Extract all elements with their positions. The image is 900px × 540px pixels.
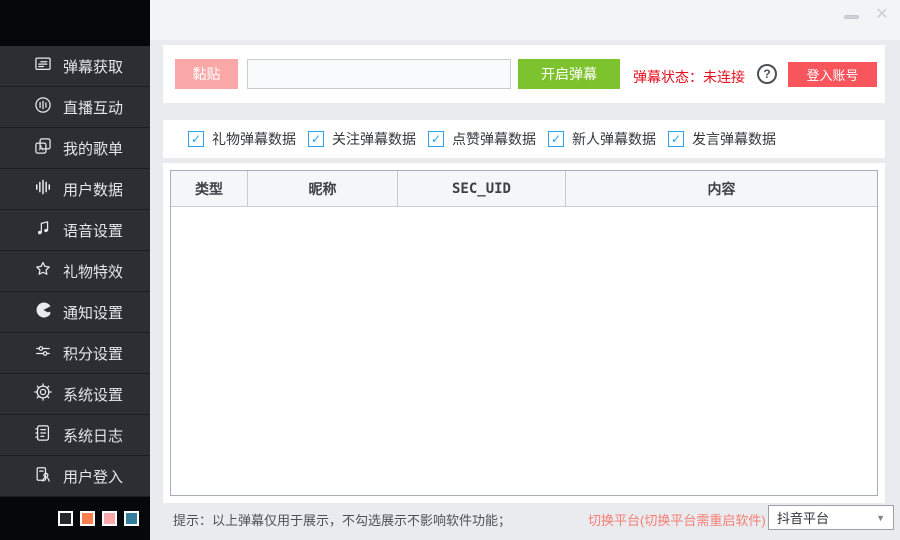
points-settings-icon [33,341,53,365]
danmaku-table-panel: 类型 昵称 SEC_UID 内容 [163,163,885,503]
user-data-icon [33,177,53,201]
checkbox-checked-icon[interactable]: ✓ [668,131,684,147]
sidebar-item-label: 我的歌单 [63,138,123,159]
filter-follow-danmaku[interactable]: ✓ 关注弹幕数据 [308,129,428,149]
user-login-icon [33,464,53,488]
room-url-input[interactable] [247,59,511,89]
platform-select-value: 抖音平台 [777,508,829,527]
sidebar-item-label: 用户登入 [63,466,123,487]
chevron-down-icon: ▼ [876,513,885,523]
table-body-empty[interactable] [171,207,877,495]
theme-swatch-pink[interactable] [102,511,117,526]
sidebar-item-voice-settings[interactable]: 语音设置 [0,210,150,251]
sidebar-item-label: 积分设置 [63,343,123,364]
filter-like-danmaku[interactable]: ✓ 点赞弹幕数据 [428,129,548,149]
sidebar-item-label: 礼物特效 [63,261,123,282]
danmaku-list-icon [33,54,53,78]
sidebar-item-my-playlist[interactable]: A 我的歌单 [0,128,150,169]
sidebar-item-danmaku-fetch[interactable]: 弹幕获取 [0,46,150,87]
theme-swatch-teal[interactable] [124,511,139,526]
danmaku-status-text: 弹幕状态：未连接 [633,67,745,87]
close-button[interactable]: ✕ [872,4,892,26]
column-header-secuid: SEC_UID [398,171,566,206]
danmaku-control-panel: 黏贴 开启弹幕 弹幕状态：未连接 ? 登入账号 [163,45,885,103]
sidebar-menu: 弹幕获取 直播互动 A 我的歌单 用户数据 语音设置 礼物特效 通知设置 [0,46,150,497]
filter-newcomer-danmaku[interactable]: ✓ 新人弹幕数据 [548,129,668,149]
sidebar-item-user-data[interactable]: 用户数据 [0,169,150,210]
theme-swatch-dark[interactable] [58,511,73,526]
sidebar-item-user-login[interactable]: 用户登入 [0,456,150,497]
system-log-icon [33,423,53,447]
checkbox-checked-icon[interactable]: ✓ [548,131,564,147]
titlebar: ✕ [150,0,900,40]
voice-settings-icon [33,218,53,242]
sidebar-item-label: 用户数据 [63,179,123,200]
theme-swatch-orange[interactable] [80,511,95,526]
filter-label: 发言弹幕数据 [692,129,776,149]
filter-label: 关注弹幕数据 [332,129,416,149]
gift-effect-icon [33,259,53,283]
filter-gift-danmaku[interactable]: ✓ 礼物弹幕数据 [188,129,308,149]
sidebar-item-label: 弹幕获取 [63,56,123,77]
login-account-button[interactable]: 登入账号 [788,62,877,87]
paste-button[interactable]: 黏贴 [175,59,238,89]
danmaku-table: 类型 昵称 SEC_UID 内容 [170,170,878,496]
column-header-nickname: 昵称 [248,171,398,206]
column-header-content: 内容 [566,171,877,206]
sidebar-item-live-interact[interactable]: 直播互动 [0,87,150,128]
checkbox-checked-icon[interactable]: ✓ [308,131,324,147]
sidebar-item-label: 语音设置 [63,220,123,241]
minimize-icon [844,15,859,19]
svg-text:A: A [39,145,44,153]
filter-label: 礼物弹幕数据 [212,129,296,149]
switch-platform-link[interactable]: 切换平台(切换平台需重启软件) [588,510,766,529]
column-header-type: 类型 [171,171,248,206]
live-interact-icon [33,95,53,119]
close-icon: ✕ [875,6,888,23]
sidebar-item-points-settings[interactable]: 积分设置 [0,333,150,374]
sidebar-item-label: 通知设置 [63,302,123,323]
sidebar-logo-area [0,0,150,46]
notification-settings-icon [33,300,53,324]
help-icon[interactable]: ? [757,64,777,84]
sidebar-item-gift-effects[interactable]: 礼物特效 [0,251,150,292]
playlist-icon: A [33,136,53,160]
minimize-button[interactable] [844,15,860,25]
sidebar-item-label: 系统日志 [63,425,123,446]
sidebar-footer [0,497,150,540]
filter-label: 新人弹幕数据 [572,129,656,149]
danmaku-filter-panel: ✓ 礼物弹幕数据 ✓ 关注弹幕数据 ✓ 点赞弹幕数据 ✓ 新人弹幕数据 ✓ 发言… [163,120,885,158]
sidebar-item-notification-settings[interactable]: 通知设置 [0,292,150,333]
filter-label: 点赞弹幕数据 [452,129,536,149]
table-header: 类型 昵称 SEC_UID 内容 [171,171,877,207]
platform-select[interactable]: 抖音平台 ▼ [768,505,894,530]
checkbox-checked-icon[interactable]: ✓ [428,131,444,147]
system-settings-icon [33,382,53,406]
filter-chat-danmaku[interactable]: ✓ 发言弹幕数据 [668,129,788,149]
start-danmaku-button[interactable]: 开启弹幕 [518,59,620,89]
sidebar: 弹幕获取 直播互动 A 我的歌单 用户数据 语音设置 礼物特效 通知设置 [0,0,150,540]
filter-row: ✓ 礼物弹幕数据 ✓ 关注弹幕数据 ✓ 点赞弹幕数据 ✓ 新人弹幕数据 ✓ 发言… [163,120,885,158]
footer-hint-text: 提示：以上弹幕仅用于展示，不勾选展示不影响软件功能； [173,510,511,529]
sidebar-item-label: 系统设置 [63,384,123,405]
sidebar-item-system-log[interactable]: 系统日志 [0,415,150,456]
checkbox-checked-icon[interactable]: ✓ [188,131,204,147]
sidebar-item-label: 直播互动 [63,97,123,118]
sidebar-item-system-settings[interactable]: 系统设置 [0,374,150,415]
